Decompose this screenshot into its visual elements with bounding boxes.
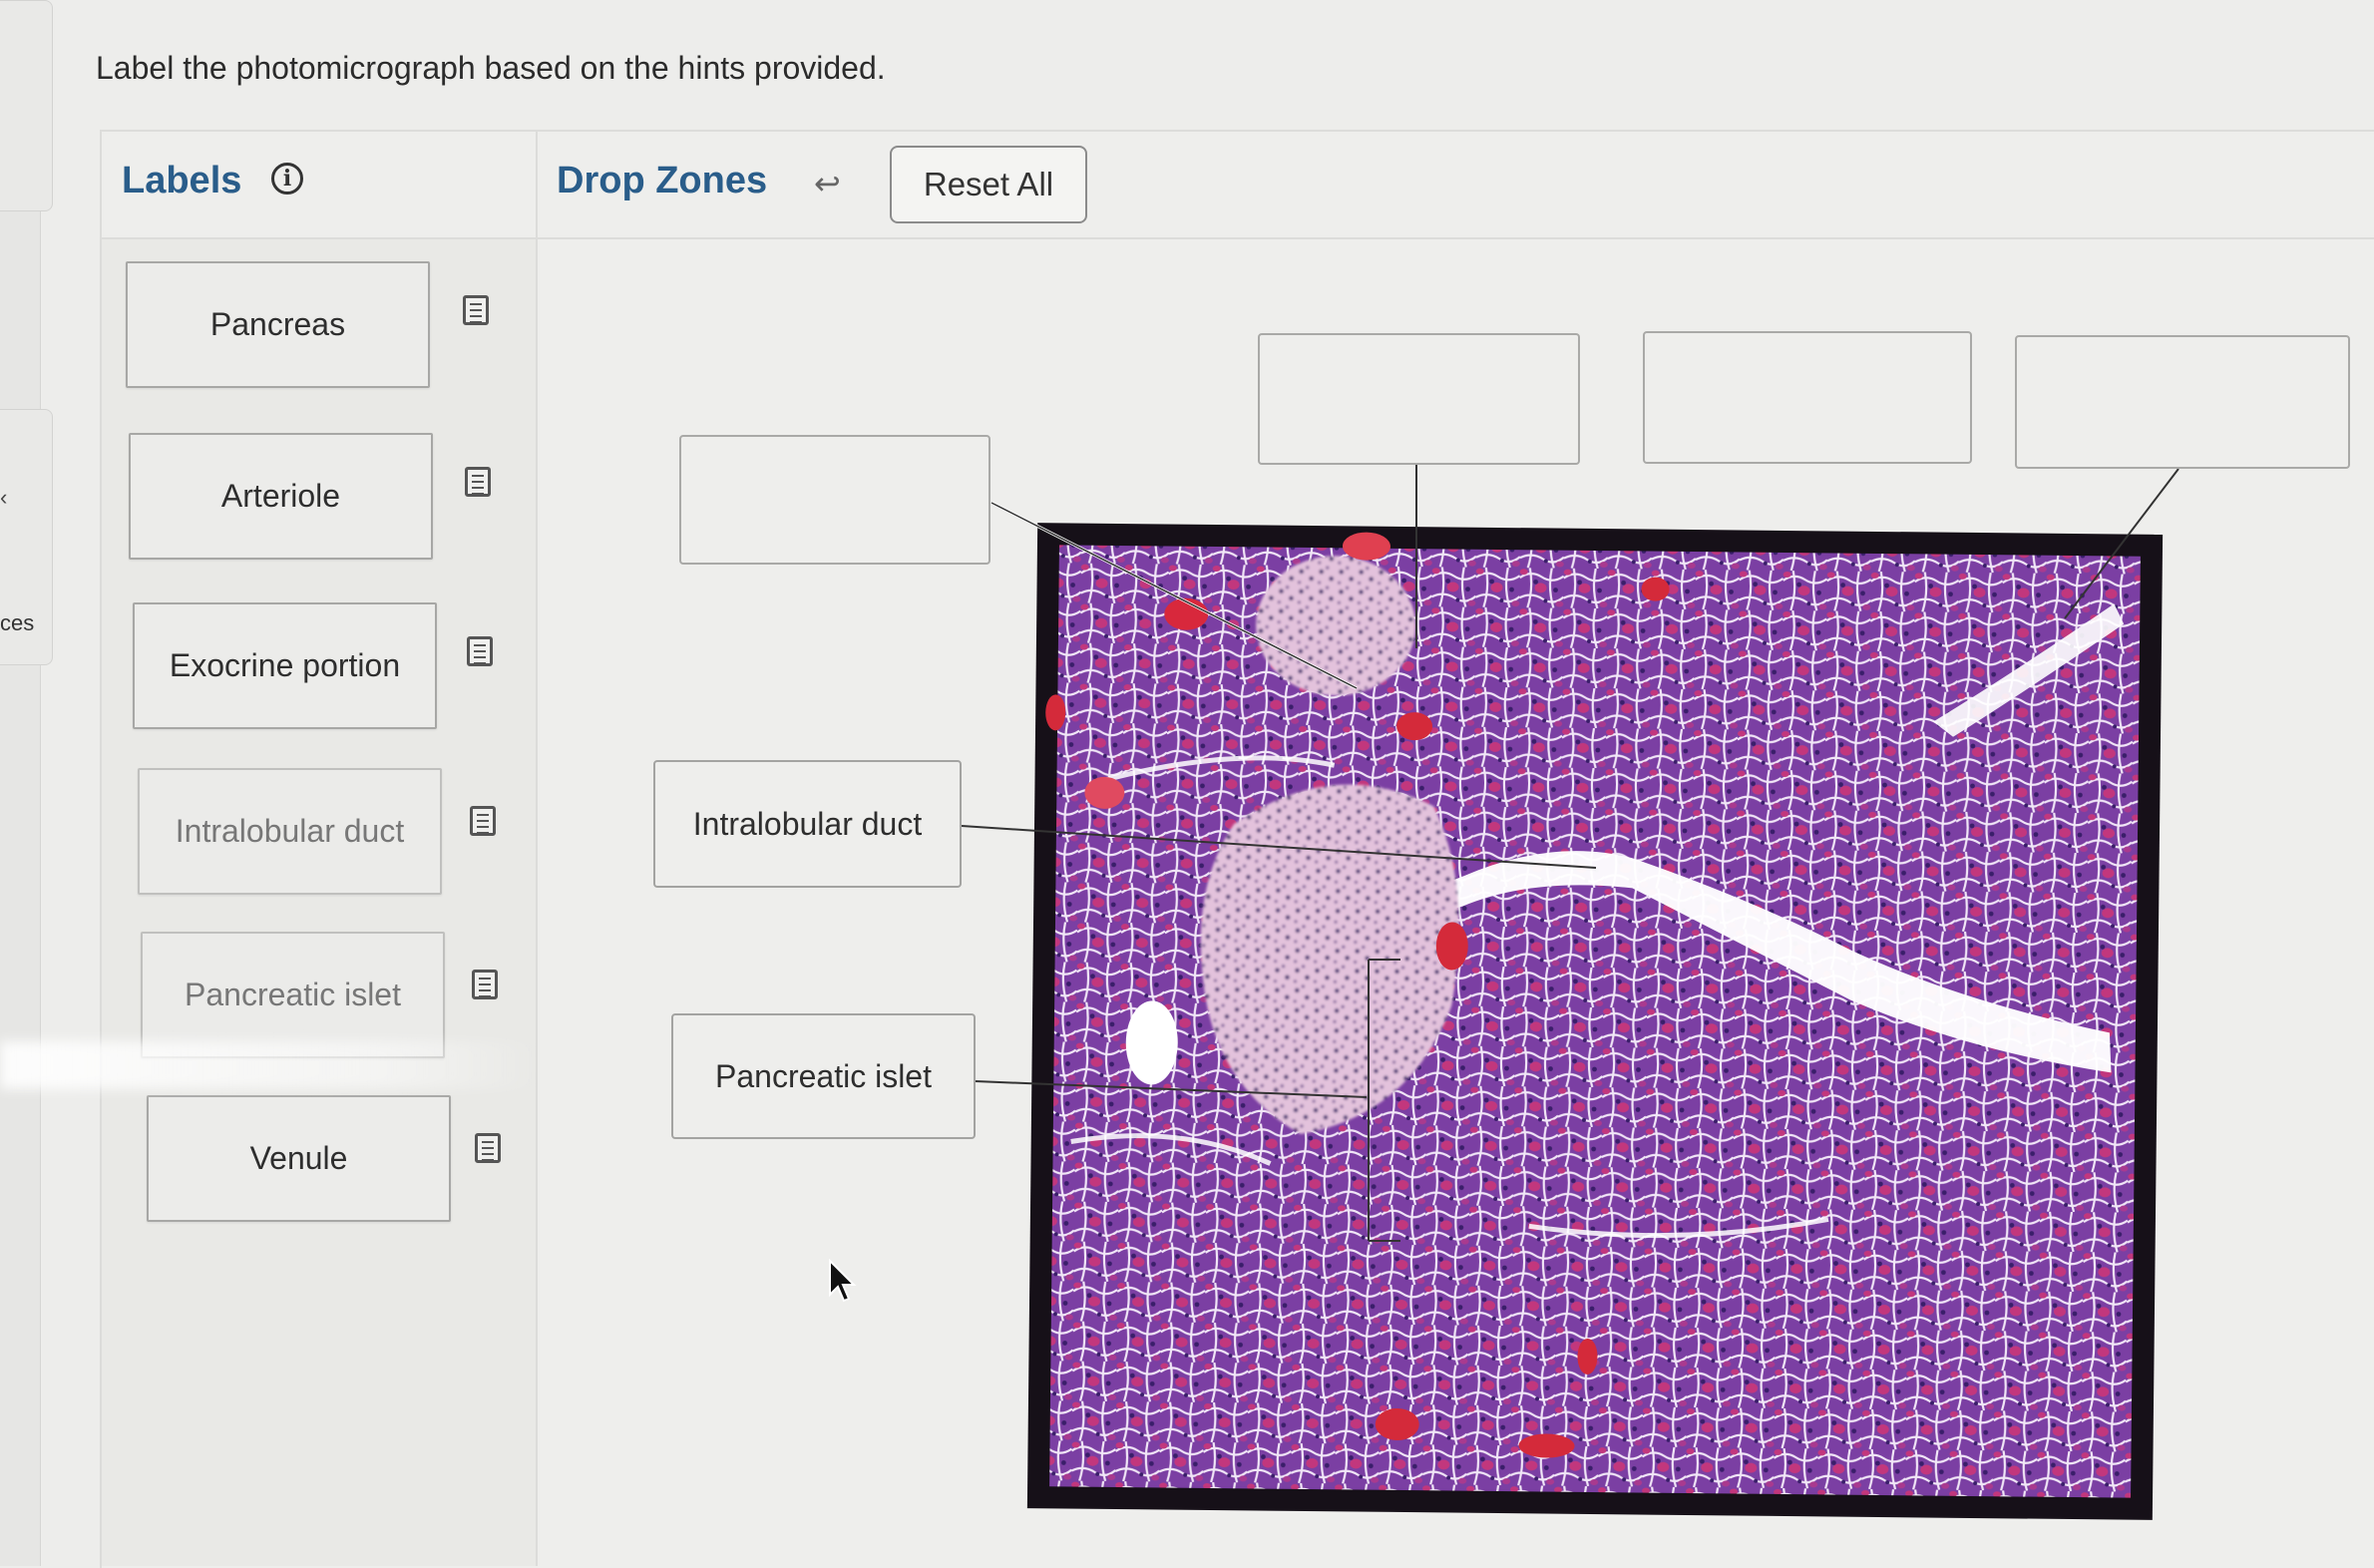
mouse-cursor-icon	[829, 1259, 857, 1303]
drop-zone-intralobular-duct[interactable]: Intralobular duct	[653, 760, 962, 888]
leader-line	[990, 502, 1358, 689]
leader-line	[2064, 468, 2179, 619]
leader-line	[961, 825, 1597, 869]
leader-lines	[961, 465, 2179, 1242]
drop-zone-empty[interactable]	[1258, 333, 1580, 465]
drop-zone-empty[interactable]	[1643, 331, 1972, 464]
drop-zone-empty[interactable]	[2015, 335, 2350, 469]
drop-zone-empty[interactable]	[679, 435, 990, 565]
leader-line	[975, 1080, 1368, 1098]
drop-zone-pancreatic-islet[interactable]: Pancreatic islet	[671, 1013, 976, 1139]
